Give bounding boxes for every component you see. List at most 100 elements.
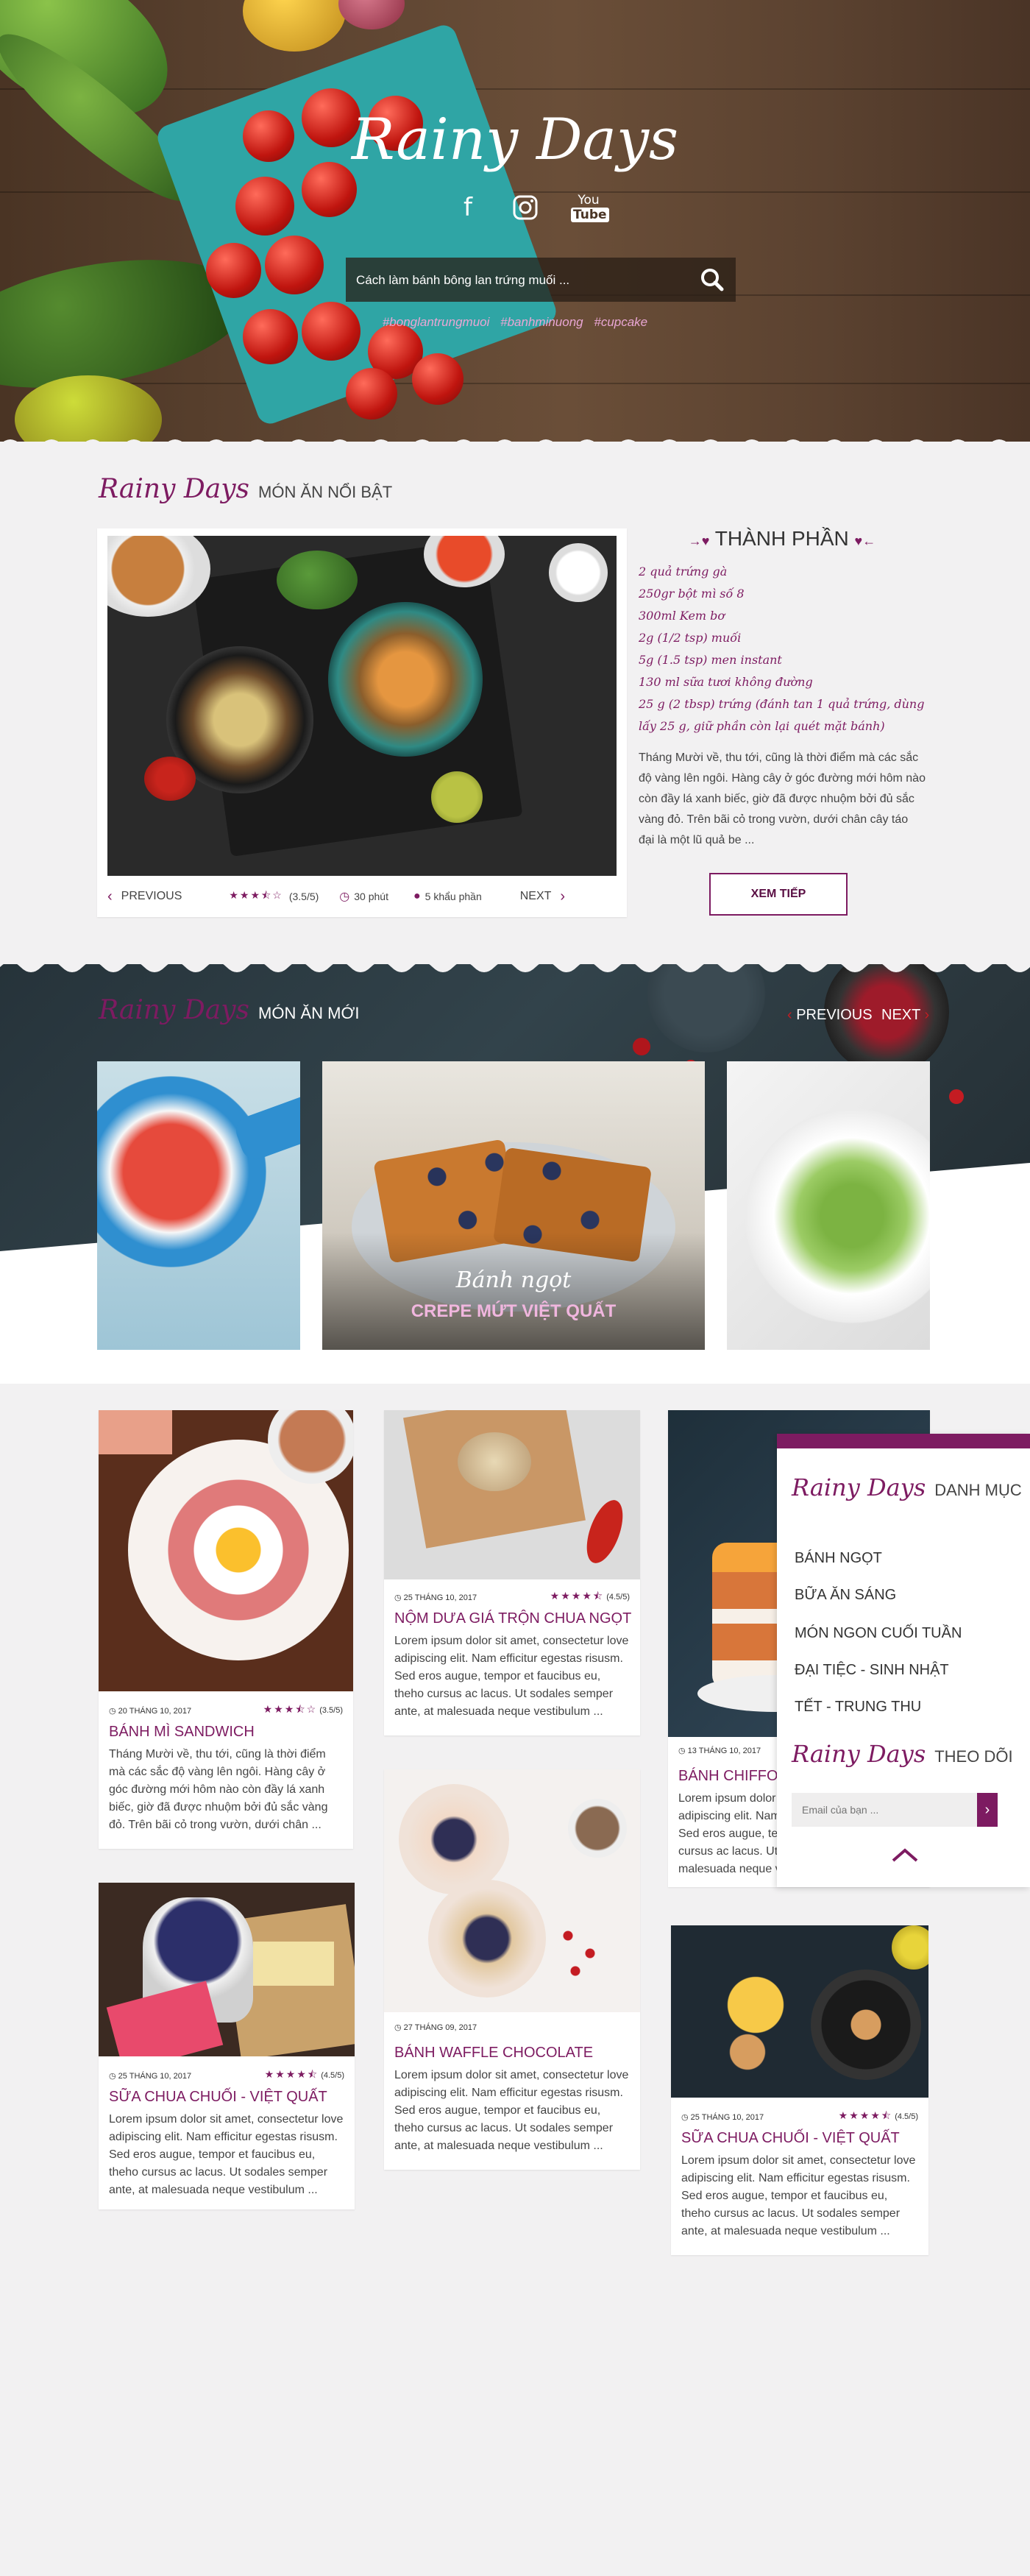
clock-icon: ◷ <box>339 891 350 903</box>
search-bar <box>346 258 736 303</box>
post-excerpt: Lorem ipsum dolor sit amet, consectetur … <box>394 2069 629 2152</box>
post-image[interactable] <box>384 1410 640 1579</box>
brand-script: Rainy Days <box>99 995 250 1025</box>
new-dish-card-featured[interactable]: Bánh ngọt CREPE MỨT VIỆT QUẤT <box>322 1061 705 1350</box>
section-title: MÓN ĂN NỔI BẬT <box>258 483 393 501</box>
post-card[interactable]: ◷ 27 THÁNG 09, 2017 BÁNH WAFFLE CHOCOLAT… <box>384 1769 640 2170</box>
search-icon[interactable] <box>699 266 725 293</box>
post-meta: ◷ 25 THÁNG 10, 2017 ★★★★⯪ (4.5/5) <box>394 1588 630 1606</box>
post-excerpt: Lorem ipsum dolor sit amet, consectetur … <box>394 1635 629 1718</box>
post-excerpt: Lorem ipsum dolor sit amet, consectetur … <box>109 2113 344 2196</box>
post-card[interactable]: ◷ 25 THÁNG 10, 2017 ★★★★⯪ (4.5/5) SỮA CH… <box>671 1925 928 2255</box>
wave-divider <box>0 439 1030 453</box>
facebook-icon[interactable]: f <box>450 190 486 225</box>
new-previous-button[interactable]: ‹ PREVIOUS <box>787 1007 873 1024</box>
post-title[interactable]: BÁNH MÌ SANDWICH <box>109 1724 346 1741</box>
post-excerpt: Lorem ipsum dolor sit amet, consectetur … <box>681 2154 916 2237</box>
category-link[interactable]: MÓN NGON CUỐI TUẦN <box>795 1625 962 1642</box>
post-title[interactable]: NỘM DƯA GIÁ TRỘN CHUA NGỌT <box>394 1610 633 1627</box>
section-title: MÓN ĂN MỚI <box>258 1004 360 1022</box>
subscribe-arrow-icon[interactable]: › <box>977 1793 998 1827</box>
chevron-right-icon: › <box>920 1007 930 1023</box>
new-next-label: NEXT <box>881 1007 920 1023</box>
post-card[interactable]: ◷ 25 THÁNG 10, 2017 ★★★★⯪ (4.5/5) NỘM DƯ… <box>384 1410 640 1735</box>
rating-stars: ★★★⯪☆ <box>229 889 283 901</box>
post-title[interactable]: BÁNH WAFFLE CHOCOLATE <box>394 2045 633 2062</box>
new-dishes-heading: Rainy Days MÓN ĂN MỚI <box>99 995 359 1025</box>
ingredients-title: THÀNH PHẦN <box>714 527 849 550</box>
rating-stars: ★★★★⯪ <box>550 1590 605 1602</box>
ingredient-item: lấy 25 g, giữ phần còn lại quét mặt bánh… <box>639 719 885 733</box>
next-button[interactable]: NEXT <box>520 890 552 903</box>
card-caption-script: Bánh ngọt <box>455 1267 572 1293</box>
category-link[interactable]: BÁNH NGỌT <box>795 1550 882 1567</box>
clock-icon: ◷ <box>394 2023 404 2032</box>
chevron-up-icon[interactable] <box>890 1846 920 1868</box>
section-title: DANH MỤC <box>934 1481 1022 1499</box>
site-logo[interactable]: Rainy Days <box>0 107 1030 173</box>
post-image[interactable] <box>671 1925 928 2098</box>
follow-heading: Rainy Days THEO DÕI <box>792 1740 1013 1768</box>
rating-value: (3.5/5) <box>319 1706 343 1715</box>
post-title[interactable]: SỮA CHUA CHUỐI - VIỆT QUẤT <box>681 2130 921 2147</box>
post-date: 13 THÁNG 10, 2017 <box>687 1747 761 1755</box>
ingredient-item: 25 g (2 tbsp) trứng (đánh tan 1 quả trứn… <box>639 697 925 711</box>
post-card[interactable]: ◷ 25 THÁNG 10, 2017 ★★★★⯪ (4.5/5) SỮA CH… <box>99 1883 355 2209</box>
arrow-heart-icon: →♥ <box>688 534 710 548</box>
ingredient-item: 2 quả trứng gà <box>639 565 728 578</box>
featured-recipe-image[interactable] <box>107 536 617 876</box>
read-more-button[interactable]: XEM TIẾP <box>709 873 848 916</box>
post-image[interactable] <box>99 1410 353 1691</box>
category-link[interactable]: ĐẠI TIỆC - SINH NHẬT <box>795 1662 949 1679</box>
tag-link[interactable]: #banhminuong <box>500 315 583 329</box>
newsletter-form: › <box>792 1793 998 1827</box>
post-date: 25 THÁNG 10, 2017 <box>403 1593 477 1602</box>
post-card[interactable]: ◷ 20 THÁNG 10, 2017 ★★★⯪☆ (3.5/5) BÁNH M… <box>99 1410 353 1849</box>
ingredient-item: 130 ml sữa tươi không đường <box>639 675 813 689</box>
search-input[interactable] <box>355 258 681 303</box>
wave-divider <box>0 960 1030 972</box>
post-title[interactable]: SỮA CHUA CHUỐI - VIỆT QUẤT <box>109 2089 347 2106</box>
featured-heading: Rainy Days MÓN ĂN NỔI BẬT <box>99 474 392 504</box>
rating-stars: ★★★⯪☆ <box>263 1703 318 1715</box>
new-dish-card[interactable] <box>97 1061 300 1350</box>
sidebar-panel: Rainy Days DANH MỤC BÁNH NGỌT BỮA ĂN SÁN… <box>777 1434 1030 1887</box>
servings: 5 khẩu phần <box>425 891 482 902</box>
category-link[interactable]: BỮA ĂN SÁNG <box>795 1587 896 1604</box>
ingredient-item: 2g (1/2 tsp) muối <box>639 631 742 645</box>
chevron-right-icon[interactable]: › <box>560 888 565 905</box>
previous-button[interactable]: PREVIOUS <box>121 890 182 903</box>
post-date: 27 THÁNG 09, 2017 <box>403 2023 477 2032</box>
rating-value: (3.5/5) <box>288 891 319 902</box>
rating-value: (4.5/5) <box>606 1593 630 1602</box>
post-image[interactable] <box>384 1769 640 2012</box>
featured-recipe-card: ‹ PREVIOUS ★★★⯪☆ (3.5/5) ◷ 30 phút ● 5 k… <box>97 528 627 917</box>
new-previous-label: PREVIOUS <box>796 1007 873 1023</box>
tag-link[interactable]: #cupcake <box>594 315 647 329</box>
post-image[interactable] <box>99 1883 355 2056</box>
chevron-left-icon: ‹ <box>787 1007 797 1023</box>
cook-time: 30 phút <box>354 891 388 902</box>
rating-value: (4.5/5) <box>895 2112 918 2121</box>
post-meta: ◷ 20 THÁNG 10, 2017 ★★★⯪☆ (3.5/5) <box>109 1702 343 1719</box>
new-next-button[interactable]: NEXT › <box>881 1007 929 1024</box>
ingredient-item: 5g (1.5 tsp) men instant <box>639 653 782 667</box>
ingredient-item: 300ml Kem bơ <box>639 609 725 623</box>
chevron-left-icon[interactable]: ‹ <box>107 888 113 905</box>
category-link[interactable]: TẾT - TRUNG THU <box>795 1699 921 1716</box>
clock-icon: ◷ <box>678 1747 688 1755</box>
email-input[interactable] <box>792 1793 968 1827</box>
clock-icon: ◷ <box>109 2071 118 2081</box>
youtube-icon[interactable]: You Tube <box>571 190 609 228</box>
hero-banner: Rainy Days f YouTube #bonglantrungmuoi #… <box>0 0 1030 442</box>
instagram-icon[interactable] <box>508 190 543 225</box>
categories-heading: Rainy Days DANH MỤC <box>792 1473 1022 1501</box>
post-meta: ◷ 25 THÁNG 10, 2017 ★★★★⯪ (4.5/5) <box>109 2067 344 2084</box>
clock-icon: ◷ <box>394 1593 404 1602</box>
person-icon: ● <box>413 890 421 902</box>
arrow-heart-icon: ♥← <box>854 534 876 548</box>
post-meta: ◷ 25 THÁNG 10, 2017 ★★★★⯪ (4.5/5) <box>681 2108 918 2126</box>
clock-icon: ◷ <box>109 1706 118 1716</box>
new-dish-card[interactable] <box>727 1061 930 1350</box>
tag-link[interactable]: #bonglantrungmuoi <box>383 315 490 329</box>
